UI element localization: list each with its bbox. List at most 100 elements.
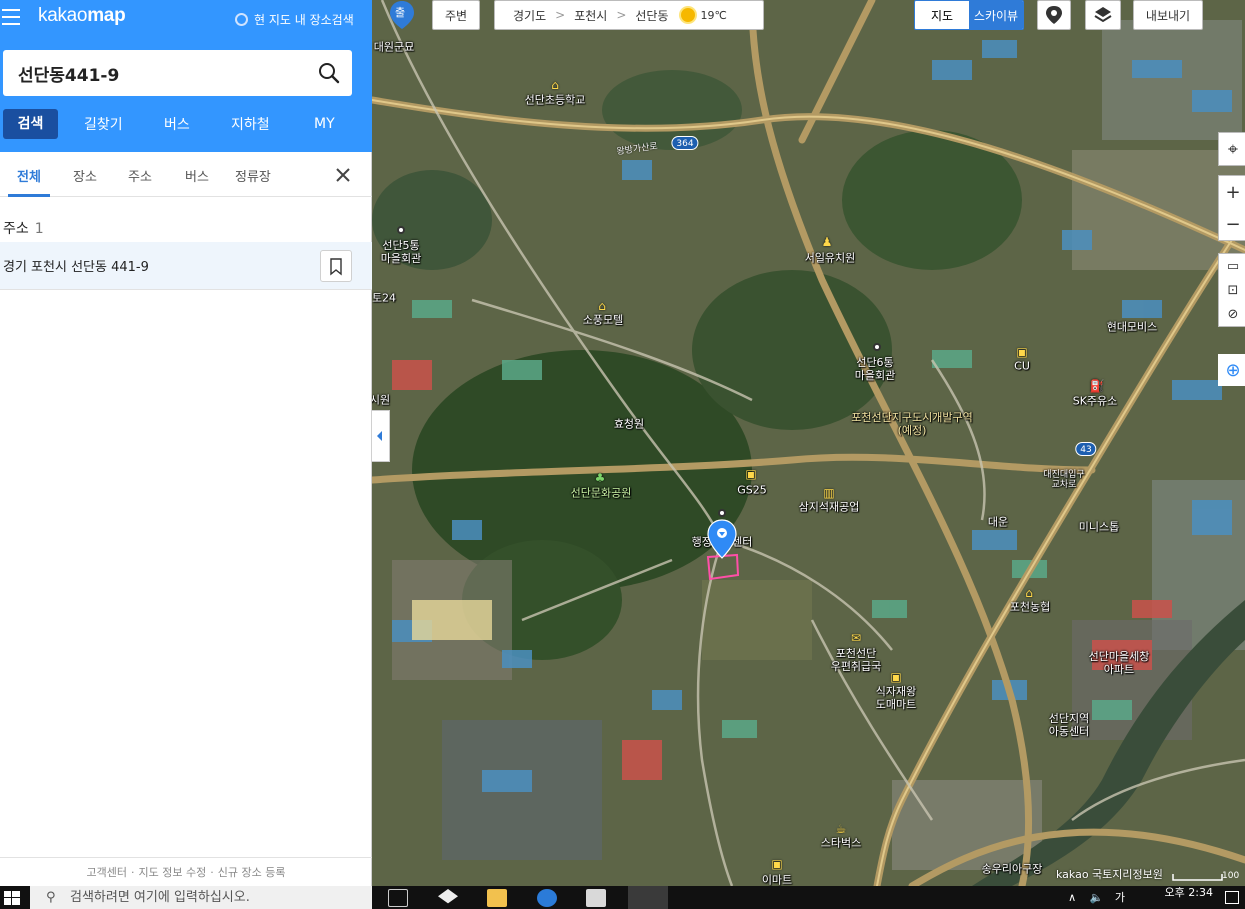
task-view-icon[interactable] bbox=[388, 889, 408, 907]
map-label-sikjajae[interactable]: 식자재왕 도매마트 bbox=[876, 685, 916, 711]
location-marker-icon[interactable] bbox=[707, 519, 737, 559]
clock[interactable]: 오후 2:34 bbox=[1165, 886, 1213, 900]
map-label-intersection[interactable]: 대진대입구 교차로 bbox=[1043, 470, 1084, 490]
zoom-in-button[interactable]: + bbox=[1219, 176, 1245, 208]
nav-search[interactable]: 검색 bbox=[3, 109, 58, 139]
roadview-button[interactable] bbox=[1037, 0, 1071, 30]
ime-indicator[interactable]: 가 bbox=[1115, 891, 1125, 904]
map-label-daeun[interactable]: 대운 bbox=[988, 516, 1008, 529]
customer-center-link[interactable]: 고객센터 bbox=[87, 864, 127, 880]
search-icon: ⚲ bbox=[46, 890, 56, 905]
active-app-icon[interactable] bbox=[628, 886, 668, 909]
map-label-gs25[interactable]: GS25 bbox=[737, 484, 767, 497]
map-label-samji[interactable]: 삼지석재공업 bbox=[799, 501, 860, 514]
main-nav: 검색 길찾기 버스 지하철 MY bbox=[0, 109, 372, 139]
map-label-plan-zone[interactable]: 포천선단지구도시개발구역 (예정) bbox=[851, 411, 972, 437]
file-explorer-icon[interactable] bbox=[487, 889, 507, 907]
mart-icon: ▣ bbox=[890, 670, 902, 684]
volume-icon[interactable]: 🔈 bbox=[1090, 891, 1104, 904]
edit-map-link[interactable]: 지도 정보 수정 bbox=[139, 864, 207, 880]
map-label-siwon[interactable]: 시원 bbox=[372, 394, 390, 407]
roadview-icon bbox=[1046, 6, 1062, 24]
post-office-icon: ✉ bbox=[850, 631, 862, 645]
park-icon: ♣ bbox=[594, 471, 606, 485]
skyview-button[interactable]: 스카이뷰 bbox=[969, 1, 1023, 29]
nav-bus[interactable]: 버스 bbox=[164, 114, 190, 134]
tab-address[interactable]: 주소 bbox=[128, 166, 152, 185]
kakao-credit: kakao 국토지리정보원 bbox=[1056, 868, 1163, 881]
sidebar: kakaomap 현 지도 내 장소검색 검색 길찾기 버스 지하철 MY bbox=[0, 0, 372, 886]
zoom-out-button[interactable]: − bbox=[1219, 208, 1245, 240]
map-canvas[interactable]: 대원군묘 ⌂ 선단초등학교 364 왕방가산로 선단5통 마을회관 ♟ 서일유치… bbox=[372, 0, 1245, 886]
bookmark-icon bbox=[330, 258, 342, 276]
radius-measure-icon[interactable]: ⊘ bbox=[1219, 302, 1245, 326]
menu-icon[interactable] bbox=[2, 9, 20, 25]
map-label-maeul5[interactable]: 선단5통 마을회관 bbox=[381, 239, 421, 265]
map-label-te24[interactable]: 토24 bbox=[372, 292, 396, 305]
search-input[interactable] bbox=[18, 62, 298, 84]
windows-start-icon[interactable] bbox=[4, 891, 20, 905]
notification-icon[interactable] bbox=[1225, 891, 1239, 904]
radio-icon bbox=[235, 13, 248, 26]
tab-all[interactable]: 전체 bbox=[17, 166, 41, 185]
route-43-shield: 43 bbox=[1075, 442, 1097, 456]
map-label-sopung[interactable]: 소풍모텔 bbox=[583, 314, 623, 327]
scale-text: 100 bbox=[1222, 871, 1240, 881]
new-place-link[interactable]: 신규 장소 등록 bbox=[218, 864, 286, 880]
map-label-hyundai[interactable]: 현대모비스 bbox=[1107, 321, 1158, 334]
map-label-cu[interactable]: CU bbox=[1014, 360, 1030, 373]
map-label-child-center[interactable]: 선단지역 아동센터 bbox=[1049, 712, 1089, 738]
school-icon: ⌂ bbox=[551, 78, 559, 92]
bookmark-button[interactable] bbox=[320, 250, 352, 282]
tab-stop[interactable]: 정류장 bbox=[235, 166, 271, 185]
edge-browser-icon[interactable] bbox=[537, 889, 557, 907]
map-label-school[interactable]: 선단초등학교 bbox=[525, 94, 586, 107]
nav-subway[interactable]: 지하철 bbox=[231, 114, 270, 134]
map-label-seoil[interactable]: 서일유치원 bbox=[805, 252, 856, 265]
map-label-daewon[interactable]: 대원군묘 bbox=[374, 41, 414, 54]
education-app-icon[interactable] bbox=[438, 889, 458, 904]
taskbar-search-input[interactable]: ⚲ 검색하려면 여기에 입력하십시오. bbox=[30, 886, 372, 909]
area-measure-icon[interactable]: ⊡ bbox=[1219, 278, 1245, 302]
nav-directions[interactable]: 길찾기 bbox=[84, 114, 123, 134]
kakaomap-logo[interactable]: kakaomap bbox=[38, 5, 126, 27]
nearby-button[interactable]: 주변 bbox=[432, 0, 480, 30]
search-icon[interactable] bbox=[318, 62, 340, 84]
convenience-store-icon: ▣ bbox=[745, 467, 757, 481]
map-label-post[interactable]: 포천선단 우편취급국 bbox=[831, 647, 882, 673]
breadcrumb-dong[interactable]: 선단동 bbox=[635, 7, 668, 24]
map-label-sk[interactable]: SK주유소 bbox=[1073, 395, 1118, 408]
my-location-button[interactable]: ⌖ bbox=[1218, 132, 1245, 166]
close-icon[interactable] bbox=[334, 166, 352, 184]
map-label-ministop[interactable]: 미니스톱 bbox=[1079, 521, 1119, 534]
taskbar-search-placeholder: 검색하려면 여기에 입력하십시오. bbox=[70, 890, 250, 905]
nav-my[interactable]: MY bbox=[314, 116, 335, 132]
area-search-toggle[interactable]: 현 지도 내 장소검색 bbox=[235, 11, 354, 28]
map-label-nonghyup[interactable]: 포천농협 bbox=[1010, 601, 1050, 614]
start-marker-button[interactable]: 출 bbox=[386, 0, 418, 30]
map-label-hyocheong[interactable]: 효청원 bbox=[614, 418, 644, 431]
area-search-label: 현 지도 내 장소검색 bbox=[254, 13, 354, 27]
poi-dot bbox=[718, 509, 726, 517]
tab-place[interactable]: 장소 bbox=[73, 166, 97, 185]
add-place-button[interactable]: ⊕ bbox=[1218, 354, 1245, 386]
map-label-park[interactable]: 선단문화공원 bbox=[571, 487, 632, 500]
store-app-icon[interactable] bbox=[586, 889, 606, 907]
map-label-apartment[interactable]: 선단마을세창 아파트 bbox=[1089, 650, 1150, 676]
map-label-maeul6[interactable]: 선단6통 마을회관 bbox=[855, 356, 895, 382]
layers-button[interactable] bbox=[1085, 0, 1121, 30]
collapse-sidebar-button[interactable] bbox=[372, 410, 390, 462]
breadcrumb-city[interactable]: 포천시 bbox=[574, 7, 607, 24]
tab-bus[interactable]: 버스 bbox=[185, 166, 209, 185]
poi-dot bbox=[397, 226, 405, 234]
breadcrumb-province[interactable]: 경기도 bbox=[513, 7, 546, 24]
map-label-ballpark[interactable]: 송우리아구장 bbox=[982, 863, 1043, 876]
map-view-button[interactable]: 지도 bbox=[915, 1, 969, 29]
crosshair-icon: ⌖ bbox=[1227, 138, 1239, 160]
map-label-emart[interactable]: 이마트 bbox=[762, 874, 792, 887]
list-item[interactable]: 경기 포천시 선단동 441-9 bbox=[0, 242, 372, 290]
ruler-icon[interactable]: ▭ bbox=[1219, 254, 1245, 278]
export-button[interactable]: 내보내기 bbox=[1133, 0, 1203, 30]
map-label-starbucks[interactable]: 스타벅스 bbox=[821, 837, 861, 850]
chevron-up-icon[interactable]: ∧ bbox=[1068, 891, 1076, 904]
